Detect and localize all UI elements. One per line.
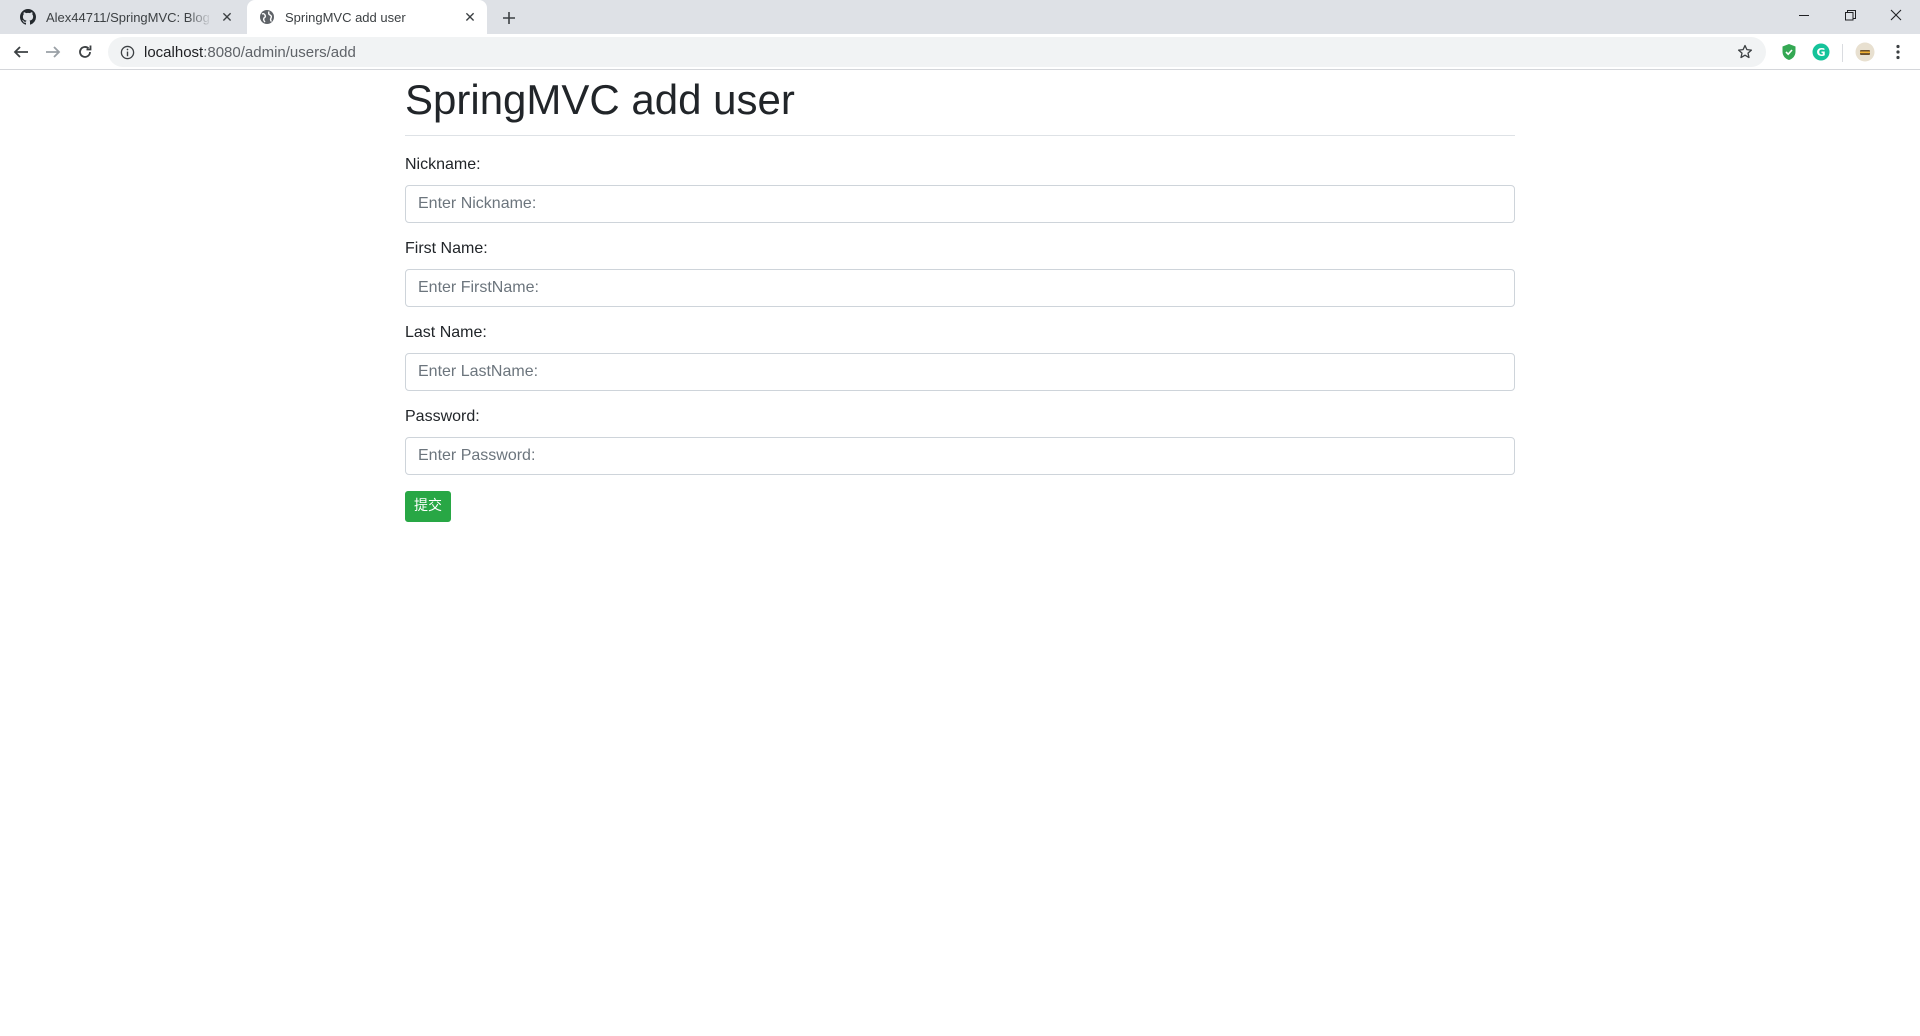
menu-kebab-icon[interactable] — [1888, 42, 1908, 62]
password-label: Password: — [405, 407, 480, 425]
arrow-right-icon — [46, 46, 61, 58]
reload-icon — [79, 45, 92, 58]
url-host: localhost — [144, 43, 204, 61]
arrow-left-icon — [13, 46, 28, 58]
grammarly-icon[interactable]: G — [1811, 42, 1831, 62]
shield-extension-icon[interactable] — [1779, 42, 1799, 62]
profile-avatar-icon[interactable] — [1855, 42, 1875, 62]
reload-button[interactable] — [73, 40, 97, 64]
minimize-button[interactable] — [1781, 0, 1827, 30]
password-group: Password: — [405, 407, 1515, 475]
first-name-label: First Name: — [405, 240, 488, 258]
tab-springmvc-add-user[interactable]: SpringMVC add user ✕ — [247, 0, 487, 34]
title-divider — [405, 135, 1515, 137]
bookmark-star-icon[interactable] — [1736, 43, 1754, 61]
nickname-group: Nickname: — [405, 155, 1515, 224]
page-title: SpringMVC add user — [405, 76, 795, 123]
tab-title: SpringMVC add user — [285, 9, 406, 25]
nickname-label: Nickname: — [405, 156, 481, 174]
url-text: localhost:8080/admin/users/add — [144, 44, 356, 61]
tab-title: Alex44711/SpringMVC: Blog M — [46, 9, 212, 25]
restore-icon — [1844, 9, 1856, 20]
new-tab-button[interactable] — [498, 7, 520, 29]
main-container: SpringMVC add user Nickname: First Name:… — [405, 70, 1515, 522]
address-bar[interactable]: localhost:8080/admin/users/add — [108, 37, 1766, 67]
globe-icon — [259, 9, 275, 25]
close-icon[interactable]: ✕ — [218, 8, 236, 26]
forward-button[interactable] — [41, 40, 65, 64]
close-icon[interactable]: ✕ — [461, 8, 479, 26]
first-name-group: First Name: — [405, 239, 1515, 307]
back-button[interactable] — [9, 40, 33, 64]
first-name-input[interactable] — [405, 268, 1515, 307]
last-name-label: Last Name: — [405, 323, 487, 341]
password-input[interactable] — [405, 436, 1515, 475]
info-icon[interactable] — [118, 43, 136, 61]
last-name-group: Last Name: — [405, 323, 1515, 391]
tab-strip: Alex44711/SpringMVC: Blog M ✕ SpringMVC … — [0, 0, 1920, 34]
close-window-icon — [1890, 9, 1902, 21]
url-path: :8080/admin/users/add — [203, 43, 356, 61]
github-icon — [20, 9, 36, 25]
browser-toolbar: localhost:8080/admin/users/add G — [0, 34, 1920, 70]
submit-button[interactable]: 提交 — [405, 490, 451, 522]
toolbar-divider — [1842, 44, 1843, 62]
tab-github-repo[interactable]: Alex44711/SpringMVC: Blog M ✕ — [8, 0, 244, 34]
nickname-input[interactable] — [405, 185, 1515, 224]
restore-button[interactable] — [1827, 0, 1873, 30]
last-name-input[interactable] — [405, 352, 1515, 391]
plus-icon — [503, 12, 515, 24]
add-user-form: Nickname: First Name: Last Name: Passwor… — [405, 155, 1515, 522]
close-window-button[interactable] — [1873, 0, 1919, 30]
svg-text:G: G — [1816, 46, 1825, 59]
minimize-icon — [1798, 14, 1809, 16]
